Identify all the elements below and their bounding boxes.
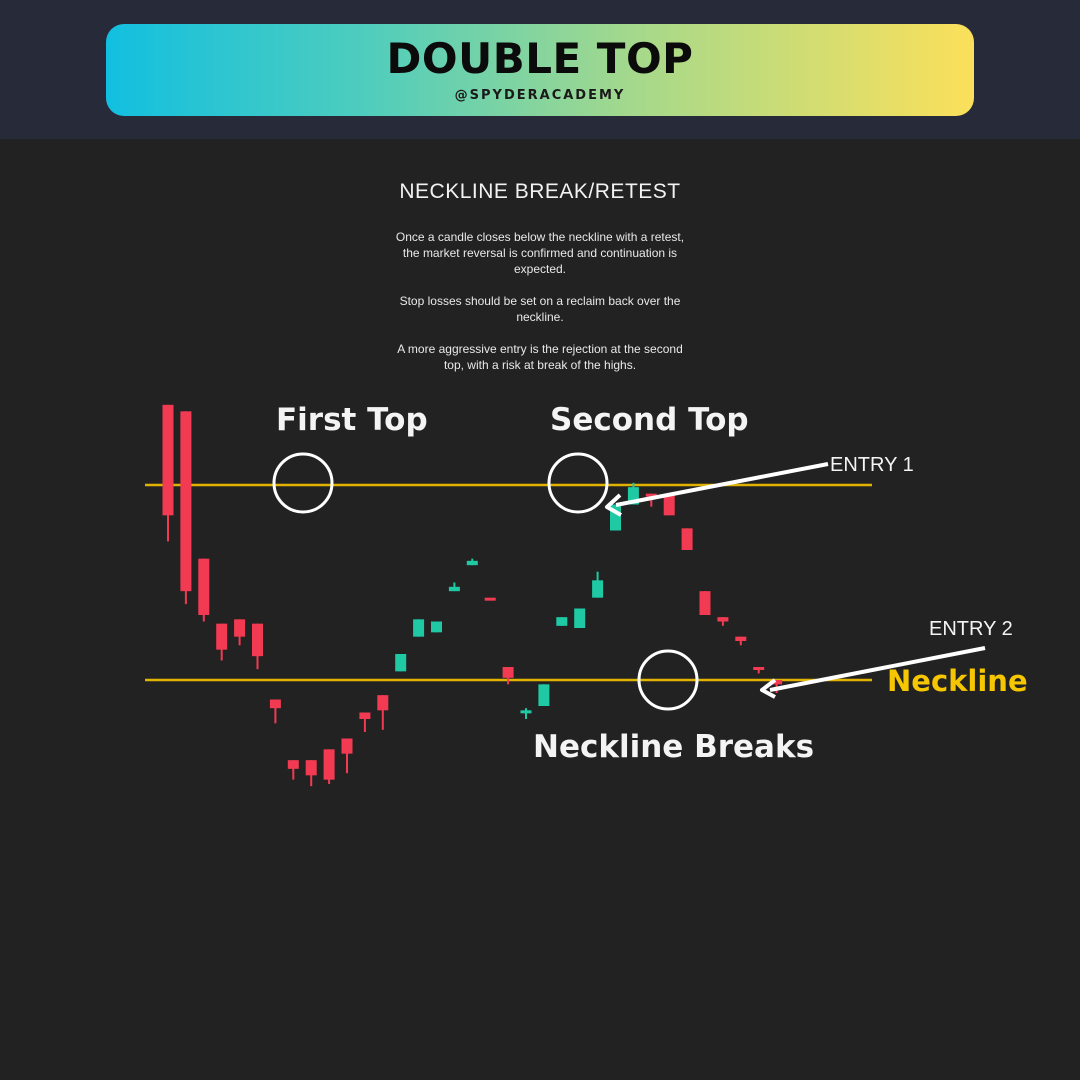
candle-25 (592, 571, 604, 598)
candle-body (753, 667, 765, 670)
candle-body (359, 712, 371, 719)
candle-24 (574, 608, 586, 628)
double-top-chart: First Top Second Top Neckline Breaks Nec… (145, 402, 1028, 787)
candle-17 (448, 582, 460, 592)
candle-31 (699, 591, 711, 615)
candle-21 (520, 708, 532, 719)
candle-body (699, 591, 711, 615)
candle-34 (753, 667, 765, 674)
candle-body (305, 760, 317, 776)
candle-body (198, 558, 210, 615)
candle-body (162, 404, 174, 516)
entry-1-arrow (605, 462, 829, 517)
candle-22 (538, 684, 550, 706)
candle-body (681, 528, 693, 550)
candle-32 (717, 617, 729, 626)
candle-body (395, 654, 407, 672)
candle-body (287, 760, 299, 769)
neckline-label: Neckline (887, 664, 1028, 698)
candle-18 (466, 558, 478, 566)
candle-body (592, 580, 604, 598)
candle-4 (216, 623, 228, 661)
candle-body (538, 684, 550, 706)
candle-7 (269, 699, 281, 724)
candle-body (502, 667, 514, 678)
candle-body (180, 411, 192, 592)
candle-23 (556, 617, 568, 626)
candle-9 (305, 760, 317, 787)
candle-body (717, 617, 729, 622)
entry-2-label: ENTRY 2 (929, 618, 1013, 640)
candle-body (252, 623, 263, 657)
candle-body (448, 586, 460, 592)
candle-6 (252, 623, 263, 670)
candle-body (735, 636, 747, 641)
candle-body (216, 623, 228, 650)
candle-body (520, 710, 532, 714)
second-top-circle (547, 452, 609, 514)
candle-19 (484, 597, 496, 601)
candle-14 (395, 654, 407, 672)
candle-1 (162, 404, 174, 542)
candle-30 (681, 528, 693, 550)
neckline-breaks-label: Neckline Breaks (533, 729, 814, 765)
candle-3 (198, 558, 210, 622)
candle-body (466, 560, 478, 566)
candle-body (269, 699, 281, 709)
candle-body (431, 621, 442, 633)
second-top-label: Second Top (550, 402, 749, 438)
candle-13 (377, 695, 389, 730)
candle-10 (323, 749, 335, 784)
candle-body (413, 619, 425, 637)
candle-body (323, 749, 335, 780)
candle-body (556, 617, 568, 626)
candle-body (341, 738, 353, 754)
candle-20 (502, 667, 514, 685)
candle-body (234, 619, 246, 637)
candle-15 (413, 619, 425, 637)
candle-11 (341, 738, 353, 774)
candle-8 (287, 760, 299, 780)
candle-12 (359, 712, 371, 732)
candle-body (484, 597, 496, 601)
first-top-circle (272, 452, 334, 514)
annotations: First Top Second Top Neckline Breaks Nec… (272, 402, 1028, 765)
candle-2 (180, 411, 192, 605)
candle-33 (735, 636, 747, 646)
candle-16 (431, 621, 442, 633)
candle-5 (234, 619, 246, 646)
candle-body (377, 695, 389, 711)
candle-body (574, 608, 586, 628)
entry-1-label: ENTRY 1 (830, 454, 914, 476)
first-top-label: First Top (276, 402, 428, 438)
